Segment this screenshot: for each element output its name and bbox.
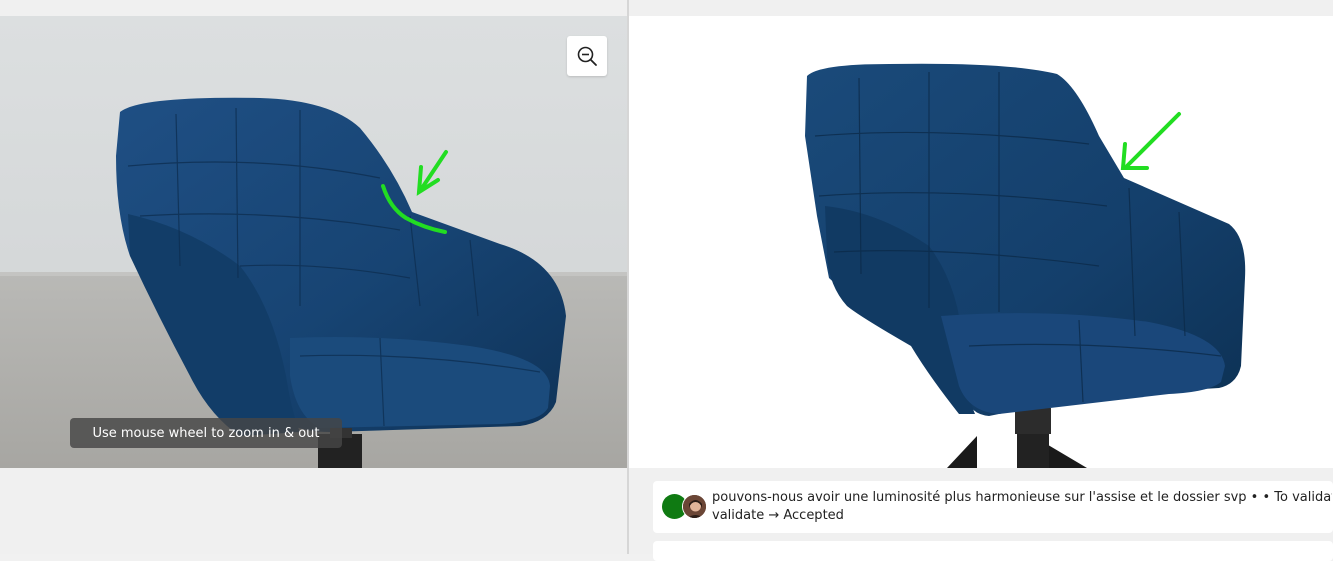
comment-card[interactable]: pouvons-nous avoir une luminosité plus h… (653, 481, 1333, 533)
render-pane: pouvons-nous avoir une luminosité plus h… (629, 0, 1333, 561)
zoom-out-button[interactable] (567, 36, 607, 76)
reference-photo[interactable] (0, 16, 627, 468)
comment-line-1: pouvons-nous avoir une luminosité plus h… (712, 490, 1332, 505)
zoom-hint: Use mouse wheel to zoom in & out (70, 418, 342, 448)
render-photo[interactable] (629, 16, 1333, 468)
comment-card-next[interactable] (653, 541, 1333, 561)
reference-pane: Use mouse wheel to zoom in & out (0, 0, 627, 554)
zoom-out-icon (577, 46, 597, 66)
comment-line-2: validate → Accepted (712, 508, 844, 523)
comment-text: pouvons-nous avoir une luminosité plus h… (712, 489, 1332, 525)
avatar[interactable] (682, 494, 707, 519)
user-avatar-icon (683, 495, 706, 518)
